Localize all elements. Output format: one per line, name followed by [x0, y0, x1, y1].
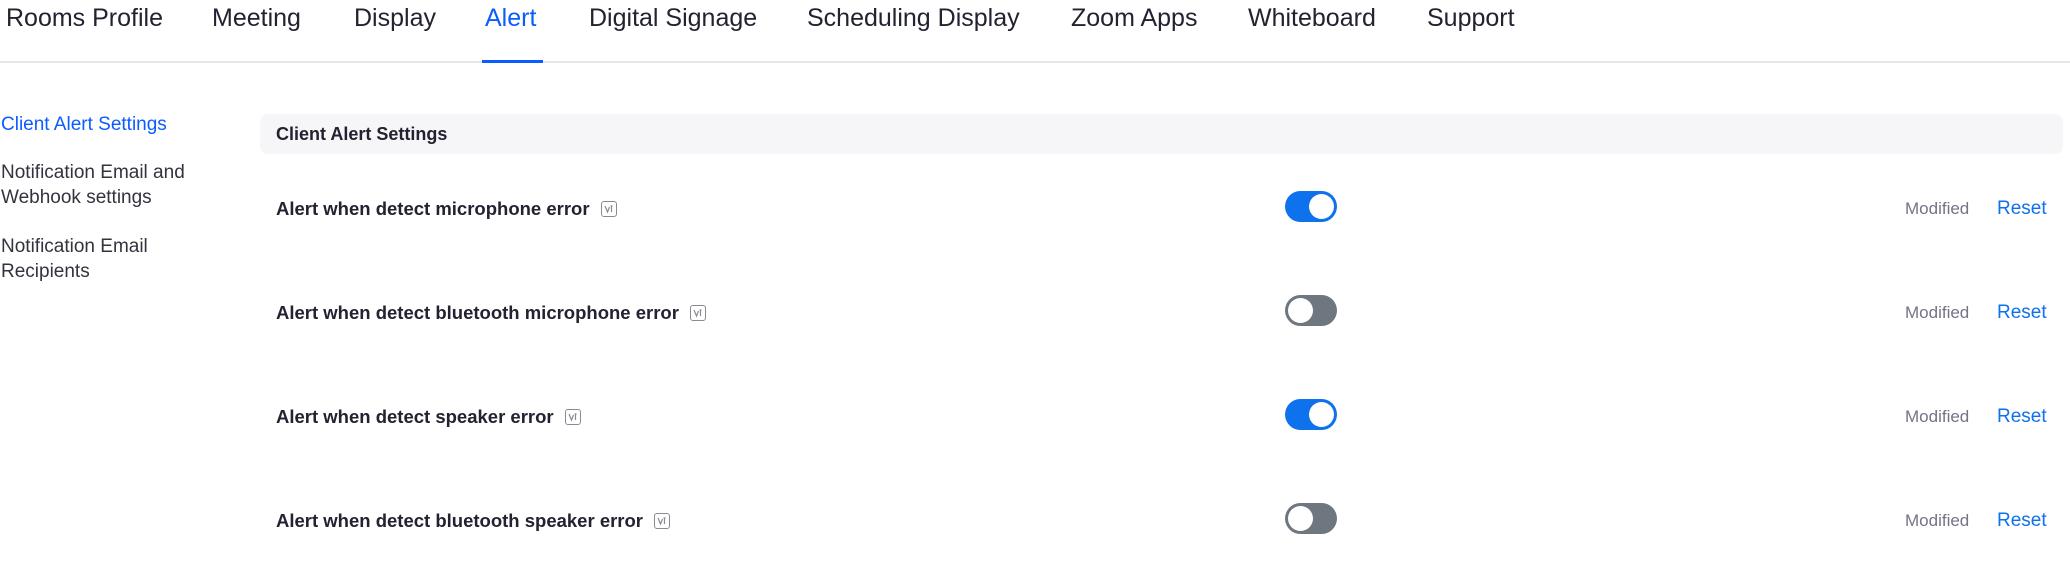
- setting-label-wrapper: Alert when detect speaker error: [276, 397, 581, 437]
- reset-link[interactable]: Reset: [1997, 189, 2047, 229]
- setting-label-wrapper: Alert when detect microphone error: [276, 189, 617, 229]
- toggle-knob: [1288, 506, 1313, 531]
- tab-whiteboard[interactable]: Whiteboard: [1248, 0, 1376, 63]
- settings-tab-bar: Rooms Profile Meeting Display Alert Digi…: [0, 0, 2070, 63]
- toggle-knob: [1309, 194, 1334, 219]
- toggle-switch[interactable]: [1285, 295, 1337, 326]
- sidebar-item-notification-email-webhook[interactable]: Notification Email and Webhook settings: [1, 160, 221, 210]
- tab-digital-signage[interactable]: Digital Signage: [589, 0, 757, 63]
- section-header: Client Alert Settings: [260, 114, 2063, 154]
- tab-zoom-apps[interactable]: Zoom Apps: [1071, 0, 1197, 63]
- toggle-knob: [1288, 298, 1313, 323]
- setting-row-microphone-error: Alert when detect microphone error Modif…: [260, 189, 2060, 229]
- setting-row-bluetooth-microphone-error: Alert when detect bluetooth microphone e…: [260, 293, 2060, 333]
- modified-label: Modified: [1905, 199, 1970, 218]
- setting-label: Alert when detect bluetooth microphone e…: [276, 302, 679, 323]
- tab-alert[interactable]: Alert: [485, 0, 536, 63]
- setting-label: Alert when detect bluetooth speaker erro…: [276, 510, 644, 531]
- reset-link[interactable]: Reset: [1997, 397, 2047, 437]
- modified-label: Modified: [1905, 303, 1970, 322]
- tab-rooms-profile[interactable]: Rooms Profile: [6, 0, 163, 63]
- toggle-switch[interactable]: [1285, 191, 1337, 222]
- tab-display[interactable]: Display: [354, 0, 436, 63]
- tab-support[interactable]: Support: [1427, 0, 1515, 63]
- toggle-switch[interactable]: [1285, 399, 1337, 430]
- info-icon[interactable]: [689, 305, 706, 321]
- info-icon[interactable]: [600, 201, 617, 217]
- section-title: Client Alert Settings: [276, 124, 448, 144]
- modified-label: Modified: [1905, 511, 1970, 530]
- setting-label: Alert when detect speaker error: [276, 406, 554, 427]
- setting-label-wrapper: Alert when detect bluetooth speaker erro…: [276, 501, 671, 541]
- toggle-switch[interactable]: [1285, 503, 1337, 534]
- tab-meeting[interactable]: Meeting: [212, 0, 301, 63]
- reset-link[interactable]: Reset: [1997, 501, 2047, 541]
- sidebar-item-client-alert-settings[interactable]: Client Alert Settings: [1, 112, 221, 137]
- tab-scheduling-display[interactable]: Scheduling Display: [807, 0, 1020, 63]
- setting-row-speaker-error: Alert when detect speaker error Modified…: [260, 397, 2060, 437]
- info-icon[interactable]: [654, 513, 671, 529]
- info-icon[interactable]: [564, 409, 581, 425]
- setting-row-bluetooth-speaker-error: Alert when detect bluetooth speaker erro…: [260, 501, 2060, 541]
- modified-label: Modified: [1905, 407, 1970, 426]
- reset-link[interactable]: Reset: [1997, 293, 2047, 333]
- setting-label-wrapper: Alert when detect bluetooth microphone e…: [276, 293, 706, 333]
- active-tab-indicator: [482, 60, 543, 63]
- toggle-knob: [1309, 402, 1334, 427]
- sidebar-item-notification-email-recipients[interactable]: Notification Email Recipients: [1, 234, 221, 284]
- setting-label: Alert when detect microphone error: [276, 198, 590, 219]
